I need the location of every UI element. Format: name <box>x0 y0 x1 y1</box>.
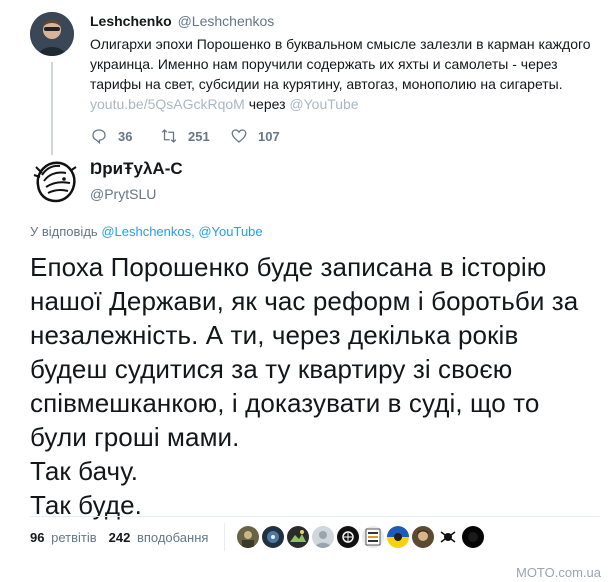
retweet-action[interactable]: 251 <box>160 127 230 145</box>
reply-to-line: У відповідь @Leshchenkos, @YouTube <box>30 224 263 239</box>
parent-name-row: Leshchenko @Leshchenkos <box>90 12 600 30</box>
likes-stat[interactable]: 242 вподобання <box>109 530 209 545</box>
reply-to-youtube[interactable]: @YouTube <box>198 224 262 239</box>
liker-avatar[interactable] <box>262 526 285 548</box>
retweet-icon <box>161 129 177 143</box>
avatar-leshchenko-image <box>30 12 74 56</box>
main-avatar[interactable] <box>30 155 82 207</box>
liker-avatar[interactable] <box>287 526 310 548</box>
main-paragraph-1: Епоха Порошенко буде записана в історію … <box>30 252 579 452</box>
parent-tweet-text: Олигархи эпохи Порошенко в буквальном см… <box>90 36 591 92</box>
liker-avatar[interactable] <box>412 526 435 548</box>
reply-icon <box>92 129 106 145</box>
watermark: MOTO.com.ua <box>515 565 601 580</box>
main-paragraph-2: Так бачу. <box>30 456 139 486</box>
liker-avatar[interactable] <box>337 526 360 548</box>
liker-avatar[interactable] <box>237 526 260 548</box>
via-source-link[interactable]: @YouTube <box>289 96 358 112</box>
retweets-stat[interactable]: 96 ретвітів <box>30 530 97 545</box>
liker-avatar[interactable] <box>437 526 460 548</box>
likers-avatars <box>237 526 487 548</box>
like-count: 107 <box>258 128 280 144</box>
liker-avatar[interactable] <box>387 526 410 548</box>
thread-connector <box>51 62 53 158</box>
likes-label: вподобання <box>136 529 209 545</box>
main-tweet-header: ŊриŦуλА-С @PrytSLU <box>30 155 600 209</box>
main-names: ŊриŦуλА-С @PrytSLU <box>90 159 183 203</box>
parent-actions: 36 251 107 <box>90 124 600 148</box>
parent-avatar[interactable] <box>30 12 74 56</box>
main-handle[interactable]: @PrytSLU <box>90 185 183 203</box>
parent-video-link[interactable]: youtu.be/5QsAGckRqoM <box>90 96 245 112</box>
heart-icon <box>231 129 247 143</box>
parent-display-name[interactable]: Leshchenko <box>90 13 172 29</box>
main-tweet-text: Епоха Порошенко буде записана в історію … <box>30 250 600 522</box>
reply-action[interactable]: 36 <box>90 127 160 145</box>
main-display-name[interactable]: ŊриŦуλА-С <box>90 159 183 179</box>
parent-handle[interactable]: @Leshchenkos <box>178 13 275 29</box>
liker-avatar[interactable] <box>462 526 485 548</box>
via-label: через <box>248 96 286 112</box>
likes-count: 242 <box>108 529 131 545</box>
parent-link-row: youtu.be/5QsAGckRqoM через @YouTube <box>90 94 600 114</box>
tweet-stats: 96 ретвітів 242 вподобання <box>30 517 600 557</box>
reply-to-leshchenkos[interactable]: @Leshchenkos, <box>101 224 194 239</box>
reply-to-prefix: У відповідь <box>30 224 98 239</box>
lion-avatar-image <box>30 155 82 207</box>
liker-avatar[interactable] <box>362 526 385 548</box>
stats-separator <box>224 523 226 551</box>
liker-avatar[interactable] <box>312 526 335 548</box>
parent-tweet-body: Leshchenko @Leshchenkos Олигархи эпохи П… <box>90 12 600 148</box>
retweet-count: 251 <box>188 128 210 144</box>
like-action[interactable]: 107 <box>230 127 300 145</box>
reply-count: 36 <box>118 128 133 144</box>
retweets-count: 96 <box>30 529 45 545</box>
retweets-label: ретвітів <box>51 529 97 545</box>
